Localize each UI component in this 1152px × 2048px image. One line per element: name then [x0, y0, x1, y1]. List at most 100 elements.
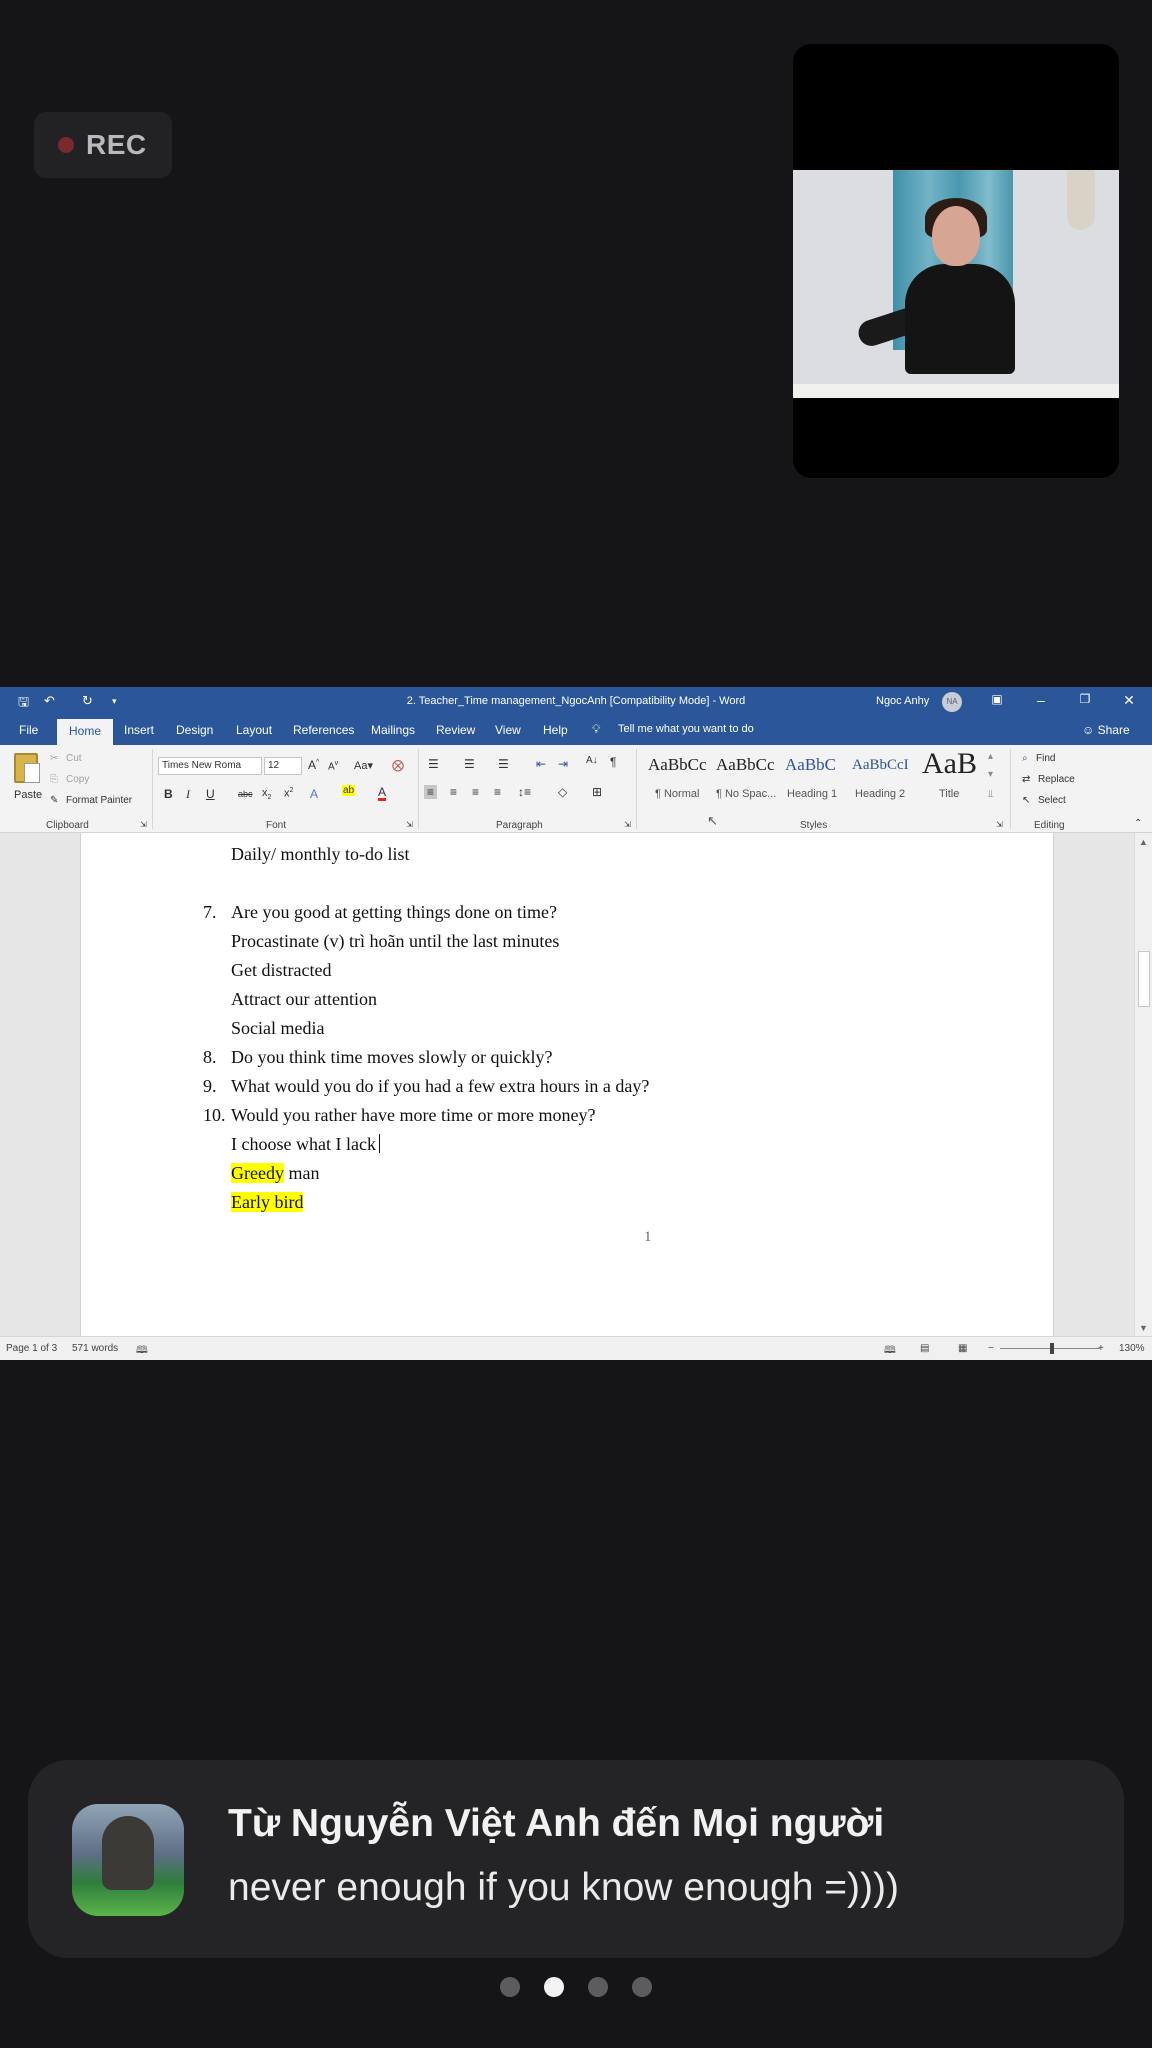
increase-indent-icon[interactable]: ⇥	[558, 757, 568, 771]
line-spacing-icon[interactable]: ↕≡	[518, 785, 531, 799]
italic-icon[interactable]: I	[186, 787, 190, 802]
vertical-scrollbar[interactable]: ▲ ▼	[1134, 833, 1152, 1336]
show-formatting-marks-icon[interactable]: ¶	[610, 755, 616, 769]
proofing-icon[interactable]: 🕮︎	[136, 1343, 148, 1360]
paste-button[interactable]: Paste	[14, 789, 42, 801]
tab-design[interactable]: Design	[176, 723, 213, 737]
numbering-icon[interactable]: ☰	[464, 757, 475, 771]
cut-icon[interactable]: ✂	[50, 753, 58, 764]
styles-launcher-icon[interactable]: ⇲	[996, 820, 1003, 829]
style-heading2-sample[interactable]: AaBbCcI	[852, 757, 909, 774]
tab-review[interactable]: Review	[436, 723, 475, 737]
font-color-icon[interactable]: A	[378, 786, 387, 801]
tab-view[interactable]: View	[495, 723, 521, 737]
style-heading2-name[interactable]: Heading 2	[855, 788, 905, 800]
tell-me-search[interactable]: Tell me what you want to do	[618, 723, 754, 735]
strikethrough-icon[interactable]: abc	[238, 789, 253, 799]
tab-help[interactable]: Help	[543, 723, 568, 737]
align-center-icon[interactable]: ≡	[450, 785, 457, 799]
cut-button[interactable]: Cut	[66, 753, 82, 764]
styles-scroll-down-icon[interactable]: ▾	[988, 769, 993, 780]
paste-icon[interactable]	[14, 753, 40, 783]
font-size-box[interactable]: 12	[264, 757, 302, 775]
style-heading1-sample[interactable]: AaBbC	[785, 755, 836, 775]
highlight-color-icon[interactable]: ab	[342, 785, 356, 796]
sort-icon[interactable]: A↓	[586, 755, 598, 766]
web-layout-icon[interactable]: ▦	[958, 1343, 967, 1354]
find-button[interactable]: Find	[1036, 753, 1055, 764]
copy-icon[interactable]: ⎘	[50, 774, 58, 785]
scroll-down-icon[interactable]: ▼	[1139, 1323, 1148, 1333]
superscript-icon[interactable]: x2	[284, 787, 293, 800]
font-launcher-icon[interactable]: ⇲	[406, 820, 413, 829]
select-icon[interactable]: ↖	[1022, 795, 1030, 806]
participant-video-tile[interactable]	[793, 44, 1119, 478]
tab-home[interactable]: Home	[57, 719, 114, 745]
minimize-icon[interactable]: –	[1031, 692, 1051, 708]
scroll-up-icon[interactable]: ▲	[1139, 837, 1148, 847]
align-right-icon[interactable]: ≡	[472, 785, 479, 799]
style-no-spacing-sample[interactable]: AaBbCc	[716, 755, 775, 775]
zoom-out-icon[interactable]: −	[988, 1343, 994, 1354]
justify-icon[interactable]: ≡	[494, 785, 501, 799]
style-title-name[interactable]: Title	[939, 788, 959, 800]
tab-file[interactable]: File	[19, 723, 38, 737]
align-left-icon[interactable]: ≡	[424, 785, 438, 799]
tab-references[interactable]: References	[293, 723, 354, 737]
format-painter-icon[interactable]: ✎	[50, 795, 58, 806]
print-layout-icon[interactable]: ▤	[920, 1343, 929, 1354]
paragraph-launcher-icon[interactable]: ⇲	[624, 820, 631, 829]
style-title-sample[interactable]: AaB	[922, 747, 977, 781]
page-dot[interactable]	[500, 1977, 520, 1997]
borders-icon[interactable]: ⊞	[592, 785, 602, 799]
page-dot[interactable]	[588, 1977, 608, 1997]
tab-insert[interactable]: Insert	[124, 723, 154, 737]
page-dot-active[interactable]	[544, 1977, 564, 1997]
ribbon-display-options-icon[interactable]: ▣	[987, 692, 1007, 706]
change-case-icon[interactable]: Aa▾	[354, 759, 373, 772]
zoom-in-icon[interactable]: +	[1098, 1343, 1104, 1354]
decrease-indent-icon[interactable]: ⇤	[536, 757, 546, 771]
font-name-box[interactable]: Times New Roma	[158, 757, 262, 775]
clear-formatting-icon[interactable]: ⨂	[392, 758, 404, 772]
copy-button[interactable]: Copy	[66, 774, 89, 785]
word-count[interactable]: 571 words	[72, 1343, 118, 1354]
replace-button[interactable]: Replace	[1038, 774, 1075, 785]
account-avatar[interactable]: NA	[942, 692, 962, 712]
select-button[interactable]: Select	[1038, 795, 1066, 806]
restore-icon[interactable]: ❐	[1075, 692, 1095, 706]
style-normal-sample[interactable]: AaBbCc	[648, 755, 707, 775]
collapse-ribbon-icon[interactable]: ⌃	[1134, 818, 1142, 829]
zoom-level[interactable]: 130%	[1119, 1343, 1145, 1354]
bold-icon[interactable]: B	[164, 787, 173, 801]
clipboard-launcher-icon[interactable]: ⇲	[140, 820, 147, 829]
tab-layout[interactable]: Layout	[236, 723, 272, 737]
bullets-icon[interactable]: ☰	[428, 757, 439, 771]
document-page[interactable]: Daily/ monthly to-do list 7. Are you goo…	[80, 833, 1054, 1336]
underline-icon[interactable]: U	[206, 787, 215, 801]
tab-mailings[interactable]: Mailings	[371, 723, 415, 737]
zoom-slider-thumb[interactable]	[1050, 1343, 1054, 1354]
text-effects-icon[interactable]: A	[310, 787, 318, 801]
page-dot[interactable]	[632, 1977, 652, 1997]
styles-scroll-up-icon[interactable]: ▴	[988, 751, 993, 762]
replace-icon[interactable]: ⇄	[1022, 774, 1030, 785]
style-no-spacing-name[interactable]: ¶ No Spac...	[716, 788, 776, 800]
style-heading1-name[interactable]: Heading 1	[787, 788, 837, 800]
grow-font-icon[interactable]: A^	[308, 758, 319, 772]
share-button[interactable]: ☺ Share	[1082, 723, 1130, 737]
chat-notification[interactable]: Từ Nguyễn Việt Anh đến Mọi người never e…	[28, 1760, 1124, 1958]
format-painter-button[interactable]: Format Painter	[66, 795, 132, 806]
subscript-icon[interactable]: x2	[262, 787, 271, 801]
style-normal-name[interactable]: ¶ Normal	[655, 788, 699, 800]
shrink-font-icon[interactable]: Av	[328, 760, 338, 772]
find-icon[interactable]: ⌕	[1022, 753, 1028, 764]
account-name[interactable]: Ngoc Anhy	[876, 695, 929, 707]
shading-icon[interactable]: ◇	[558, 785, 567, 799]
page-count[interactable]: Page 1 of 3	[6, 1343, 57, 1354]
scrollbar-thumb[interactable]	[1138, 951, 1150, 1007]
multilevel-list-icon[interactable]: ☰	[498, 757, 509, 771]
styles-more-icon[interactable]: ⫫	[988, 789, 994, 800]
read-mode-icon[interactable]: 🕮︎	[884, 1343, 896, 1360]
close-icon[interactable]: ✕	[1119, 692, 1139, 709]
